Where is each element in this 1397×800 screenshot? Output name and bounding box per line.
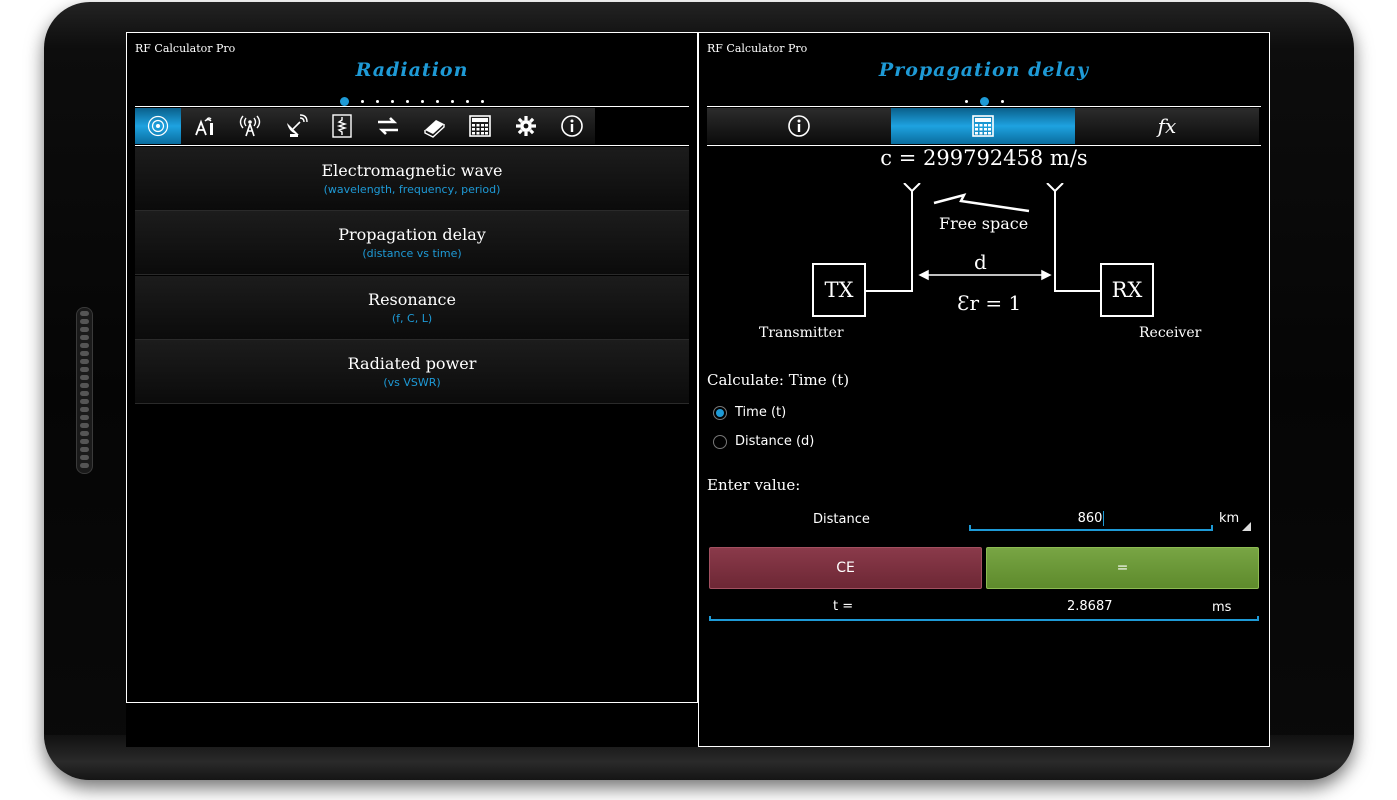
dropdown-triangle-icon [1242,522,1251,531]
menu-item-subtitle: (f, C, L) [391,312,433,325]
app-title: RF Calculator Pro [135,42,236,55]
result-unit: ms [1212,600,1232,615]
page-indicator [127,91,697,106]
menu-item-propagation-delay[interactable]: Propagation delay (distance vs time) [135,211,689,275]
result-value: 2.8687 [1067,599,1113,614]
unit-select[interactable]: km [1219,511,1251,531]
page-dot [361,100,364,103]
enter-value-label: Enter value: [707,476,801,494]
page-dot [466,100,469,103]
antenna-radiation-icon[interactable] [135,108,181,144]
speed-of-light-formula: c = 299792458 m/s [880,146,1088,170]
page-dot [964,100,968,103]
info-icon [788,115,810,137]
calculator-icon [972,115,994,137]
satellite-dish-icon[interactable] [273,108,319,144]
page-dot-active [340,97,349,106]
menu-item-title: Propagation delay [338,225,486,244]
view-tabs: fx [707,106,1261,146]
unit-select-value: km [1219,511,1240,526]
text-caret [1103,511,1105,526]
menu-item-title: Resonance [368,290,456,309]
section-title: Propagation delay [878,59,1090,81]
convert-arrows-icon[interactable] [365,108,411,144]
page-dot [421,100,424,103]
page-dot [391,100,394,103]
rx-box: RX [1100,263,1154,317]
page-dot [436,100,439,103]
gear-icon[interactable] [503,108,549,144]
menu-item-radiated-power[interactable]: Radiated power (vs VSWR) [135,340,689,404]
category-toolbar [135,106,689,146]
menu-item-subtitle: (distance vs time) [362,247,462,260]
radio-button-distance[interactable] [713,434,727,449]
tx-box: TX [812,263,866,317]
permittivity-label: Ɛr = 1 [957,291,1022,315]
radio-button-time[interactable] [713,405,727,420]
distance-field-label: Distance [813,512,870,527]
propagation-delay-pane: RF Calculator Pro Propagation delay fx c… [698,32,1270,747]
menu-item-subtitle: (vs VSWR) [383,376,441,389]
clear-button[interactable]: CE [709,547,982,589]
book-icon[interactable] [411,108,457,144]
calculate-label: Calculate: Time (t) [707,371,850,389]
tab-calculator[interactable] [891,108,1075,144]
option-distance[interactable]: Distance (d) [713,434,814,449]
app-title: RF Calculator Pro [707,42,808,55]
menu-item-electromagnetic-wave[interactable]: Electromagnetic wave (wavelength, freque… [135,147,689,211]
result-row: t = 2.8687 ms [709,595,1259,621]
calculate-button[interactable]: = [986,547,1259,589]
resistor-icon[interactable] [319,108,365,144]
menu-item-subtitle: (wavelength, frequency, period) [323,183,501,196]
radiation-pane: RF Calculator Pro Radiation Electromagne… [126,32,698,703]
medium-label: Free space [939,214,1029,233]
info-icon[interactable] [549,108,595,144]
page-dot-active [979,97,989,106]
distance-symbol: d [974,250,987,274]
calculator-icon[interactable] [457,108,503,144]
page-dot [1000,100,1004,103]
tab-formula[interactable]: fx [1075,108,1259,144]
menu-item-title: Radiated power [347,354,477,373]
result-label: t = [833,599,854,614]
option-time[interactable]: Time (t) [713,405,786,420]
menu-item-title: Electromagnetic wave [321,161,503,180]
option-time-label: Time (t) [735,405,787,420]
menu-item-resonance[interactable]: Resonance (f, C, L) [135,276,689,340]
speaker-grille [76,307,93,474]
transmitter-label: Transmitter [759,325,844,341]
tower-icon[interactable] [181,108,227,144]
distance-input-value: 860 [1077,511,1103,526]
page-dot [451,100,454,103]
distance-input[interactable]: 860 [969,507,1213,531]
broadcast-icon[interactable] [227,108,273,144]
page-dot [481,100,484,103]
page-dot [406,100,409,103]
tab-info[interactable] [707,108,891,144]
section-title: Radiation [355,59,469,81]
formula-icon: fx [1157,114,1177,138]
tablet-screen: RF Calculator Pro Radiation Electromagne… [126,32,1270,747]
option-distance-label: Distance (d) [735,434,815,449]
page-indicator [699,91,1269,106]
receiver-label: Receiver [1139,325,1202,341]
page-dot [376,100,379,103]
